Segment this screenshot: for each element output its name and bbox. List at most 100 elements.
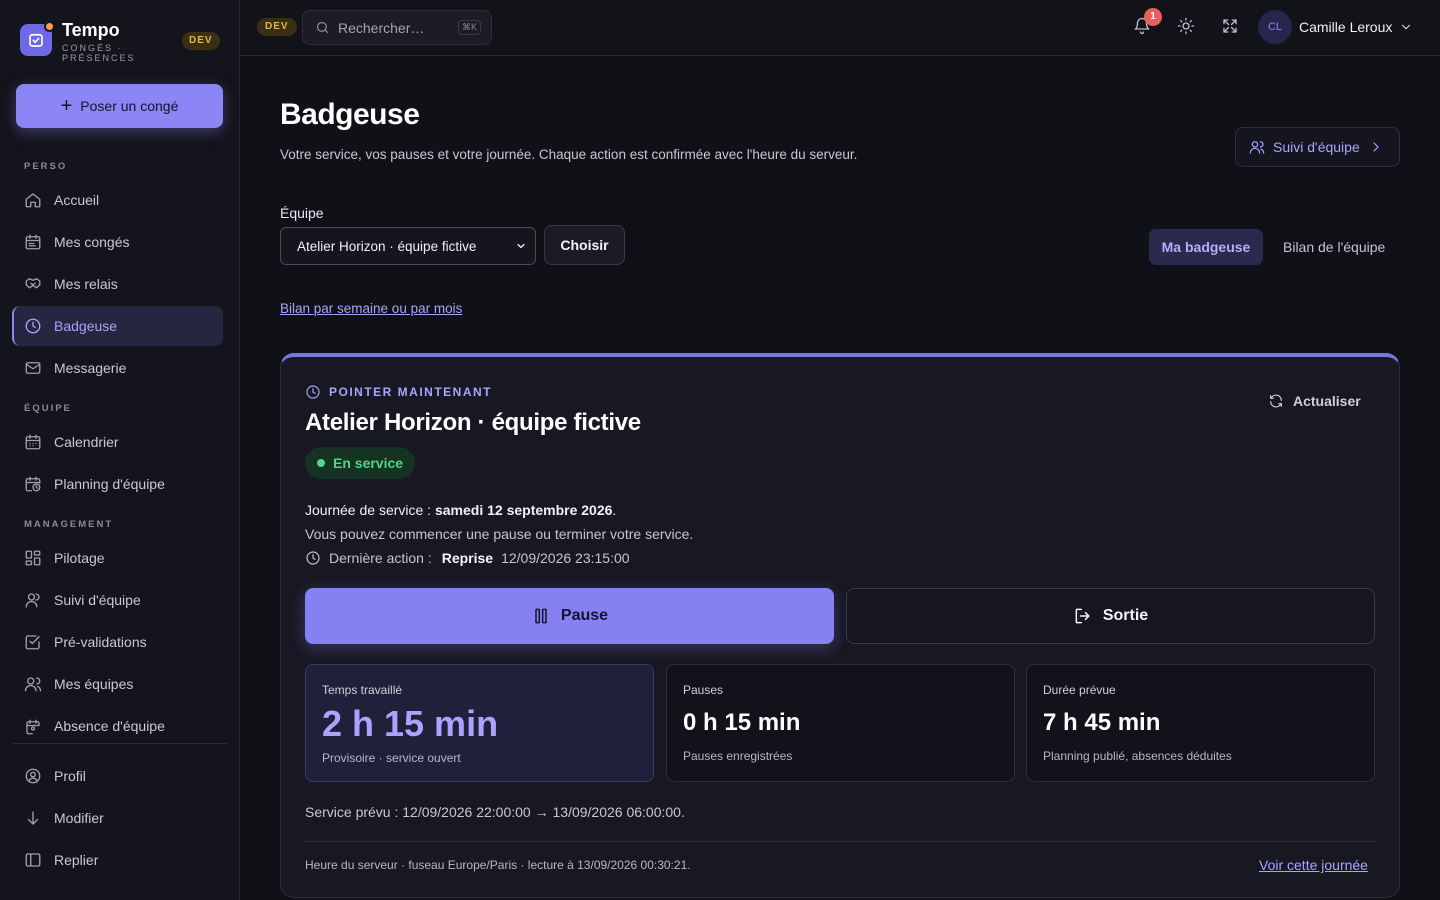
card-eyebrow-label: POINTER MAINTENANT <box>329 385 492 399</box>
stat-planned-duration: Durée prévue 7 h 45 min Planning publié,… <box>1026 664 1375 782</box>
service-day-prefix: Journée de service : <box>305 502 435 518</box>
view-day-link[interactable]: Voir cette journée <box>1259 857 1368 873</box>
calendar-icon <box>24 433 42 451</box>
chevron-down-icon <box>515 240 527 252</box>
profile-icon <box>24 767 42 785</box>
card-eyebrow: POINTER MAINTENANT <box>305 384 492 400</box>
planned-service: Service prévu : 12/09/2026 22:00:00 → 13… <box>305 804 685 820</box>
chevron-down-icon <box>1399 20 1413 34</box>
team-select-value: Atelier Horizon · équipe fictive <box>297 238 477 254</box>
sun-icon[interactable] <box>1177 17 1195 35</box>
sidebar-item-profil[interactable]: Profil <box>12 756 223 796</box>
sidebar-item-pilotage[interactable]: Pilotage <box>12 538 223 578</box>
sidebar-item-label: Suivi d'équipe <box>54 592 141 608</box>
sidebar-item-suivi-equipe[interactable]: Suivi d'équipe <box>12 580 223 620</box>
sidebar-item-mes-relais[interactable]: Mes relais <box>12 264 223 304</box>
app-title: Tempo <box>62 20 120 40</box>
stat-value: 0 h 15 min <box>683 709 801 736</box>
team-field-label: Équipe <box>280 205 324 221</box>
user-menu[interactable]: CL Camille Leroux <box>1258 10 1413 44</box>
sidebar-item-badgeuse[interactable]: Badgeuse <box>12 306 223 346</box>
pause-label: Pause <box>560 607 609 624</box>
log-out-icon <box>1073 606 1093 626</box>
fullscreen-icon[interactable] <box>1221 17 1239 35</box>
sidebar-item-accueil[interactable]: Accueil <box>12 180 223 220</box>
stat-value: 2 h 15 min <box>322 703 499 744</box>
users-icon <box>1249 139 1265 155</box>
clock-icon <box>24 317 42 335</box>
refresh-button[interactable]: Actualiser <box>1268 393 1361 409</box>
search-shortcut: ⌘K <box>457 20 481 35</box>
sidebar-item-planning-equipe[interactable]: Planning d'équipe <box>12 464 223 504</box>
sidebar-item-label: Planning d'équipe <box>54 476 165 492</box>
env-badge: DEV <box>257 18 297 36</box>
last-action: Dernière action : Reprise 12/09/2026 23:… <box>305 550 630 566</box>
logo-dot <box>44 21 55 32</box>
sidebar-item-messagerie[interactable]: Messagerie <box>12 348 223 388</box>
home-icon <box>24 191 42 209</box>
team-select[interactable]: Atelier Horizon · équipe fictive <box>280 227 536 265</box>
users-icon <box>24 675 42 693</box>
sidebar-item-label: Messagerie <box>54 360 127 376</box>
request-leave-label: Poser un congé <box>80 98 179 114</box>
sidebar-item-mes-conges[interactable]: Mes congés <box>12 222 223 262</box>
card-divider <box>305 841 1375 842</box>
calendar-clock-icon <box>24 475 42 493</box>
calendar-list-icon <box>24 233 42 251</box>
tab-bilan-equipe[interactable]: Bilan de l'équipe <box>1283 239 1385 255</box>
sidebar-item-mes-equipes[interactable]: Mes équipes <box>12 664 223 704</box>
stat-pauses: Pauses 0 h 15 min Pauses enregistrées <box>666 664 1015 782</box>
exit-button[interactable]: Sortie <box>846 588 1375 644</box>
sidebar-item-label: Modifier <box>54 810 104 826</box>
sidebar-item-modifier[interactable]: Modifier <box>12 798 223 838</box>
env-badge: DEV <box>182 32 220 50</box>
pause-icon <box>531 606 551 626</box>
avatar: CL <box>1258 10 1292 44</box>
sidebar-item-calendrier[interactable]: Calendrier <box>12 422 223 462</box>
sidebar: Tempo CONGÉS · PRÉSENCES DEV + Poser un … <box>0 0 240 900</box>
sidebar-divider <box>12 743 227 744</box>
report-period-link[interactable]: Bilan par semaine ou par mois <box>280 301 462 316</box>
plus-icon: + <box>60 95 73 117</box>
service-day-date: samedi 12 septembre 2026 <box>434 502 613 518</box>
stat-worked-time: Temps travaillé 2 h 15 min Provisoire · … <box>305 664 654 782</box>
sidebar-item-absence-equipe[interactable]: Absence d'équipe <box>12 706 223 740</box>
stat-value: 7 h 45 min <box>1043 709 1161 736</box>
notification-count-badge: 1 <box>1144 8 1162 26</box>
refresh-icon <box>1268 393 1284 409</box>
search-input[interactable]: Rechercher… ⌘K <box>302 10 492 45</box>
stat-note: Planning publié, absences déduites <box>1043 749 1232 763</box>
user-icon <box>24 591 42 609</box>
choose-team-button[interactable]: Choisir <box>544 225 625 265</box>
last-action-type: Reprise <box>441 550 494 566</box>
nav-section-perso: PERSO <box>24 161 68 172</box>
sidebar-item-label: Accueil <box>54 192 100 208</box>
pause-button[interactable]: Pause <box>305 588 834 644</box>
stat-label: Pauses <box>683 683 724 697</box>
sidebar-item-replier[interactable]: Replier <box>12 840 223 880</box>
handshake-icon <box>24 275 42 293</box>
request-leave-button[interactable]: + Poser un congé <box>16 84 223 128</box>
exit-label: Sortie <box>1102 607 1149 624</box>
app-subtitle: CONGÉS · PRÉSENCES <box>62 43 136 63</box>
team-follow-button[interactable]: Suivi d'équipe <box>1235 127 1400 167</box>
stat-note: Pauses enregistrées <box>683 749 793 763</box>
status-badge: En service <box>305 447 416 479</box>
status-dot <box>317 459 325 467</box>
brand[interactable]: Tempo CONGÉS · PRÉSENCES DEV <box>20 18 220 68</box>
search-icon <box>315 20 330 35</box>
sidebar-item-pre-validations[interactable]: Pré-validations <box>12 622 223 662</box>
stat-label: Temps travaillé <box>322 683 403 697</box>
calendar-user-icon <box>24 718 42 736</box>
tab-ma-badgeuse[interactable]: Ma badgeuse <box>1149 229 1263 265</box>
search-placeholder: Rechercher… <box>338 19 425 36</box>
server-time-footnote: Heure du serveur · fuseau Europe/Paris ·… <box>305 858 691 872</box>
user-name: Camille Leroux <box>1299 19 1393 35</box>
sidebar-item-label: Badgeuse <box>54 318 118 334</box>
sidebar-item-label: Replier <box>54 852 99 868</box>
sidebar-collapse-icon <box>24 851 42 869</box>
sidebar-item-label: Profil <box>54 768 86 784</box>
service-day: Journée de service : samedi 12 septembre… <box>305 502 616 518</box>
stat-note: Provisoire · service ouvert <box>322 751 461 765</box>
mail-icon <box>24 359 42 377</box>
